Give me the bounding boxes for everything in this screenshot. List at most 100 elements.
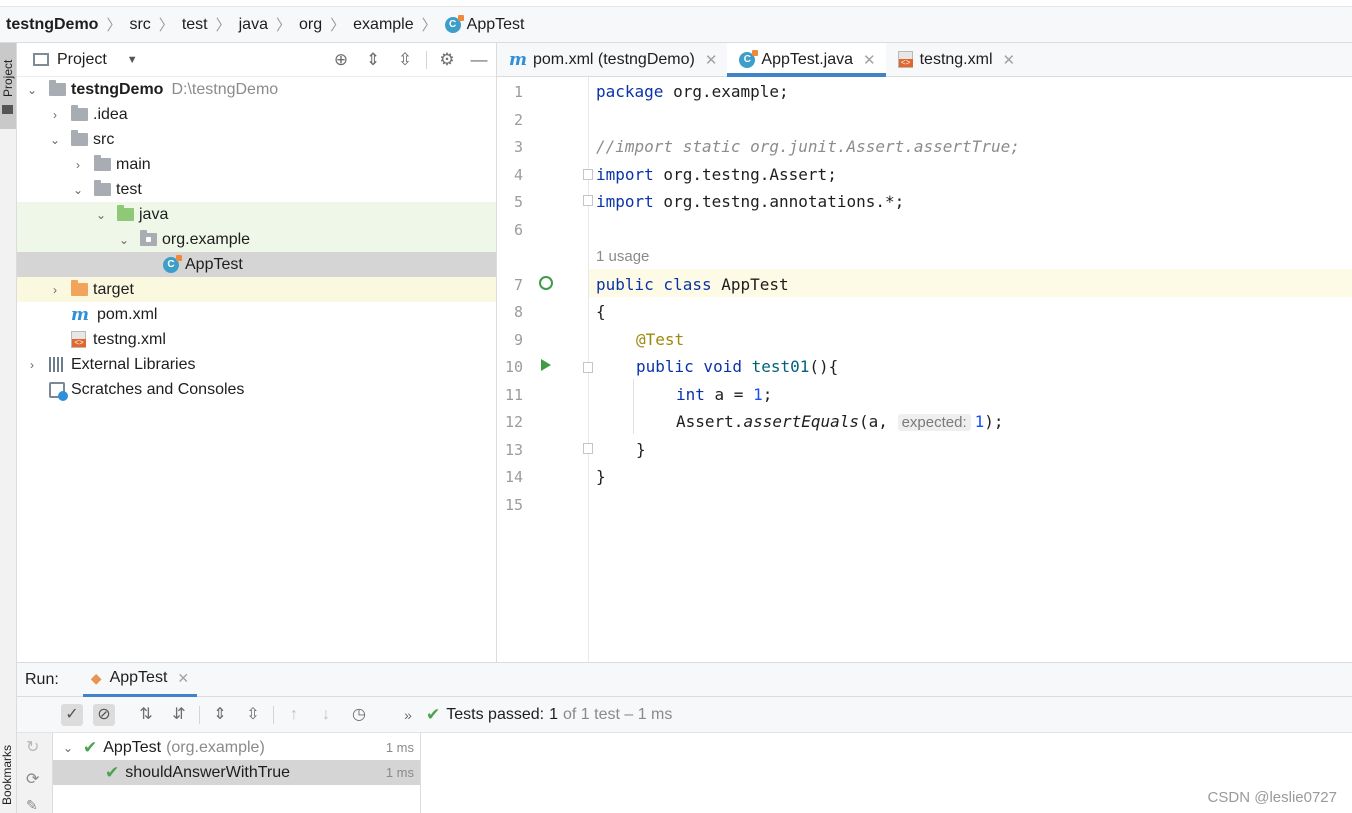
run-test-gutter-icon[interactable] [541, 359, 551, 371]
run-toolbar: ✓ ⊘ ⇅ ⇵ ⇕ ⇳ ↑ ↓ ◷ » ✔ Tests passed: 1 of… [17, 697, 1352, 733]
editor-gutter: 1 2 3 4 5 6 7 8 9 10 11 12 13 14 15 [497, 77, 593, 662]
chevron-right-icon: 〉 [215, 17, 231, 34]
tree-item-apptest[interactable]: C AppTest [17, 252, 496, 277]
minimize-icon[interactable]: — [469, 50, 489, 70]
test-source-folder-icon [117, 205, 134, 221]
wrench-icon[interactable]: ✎ [26, 797, 38, 813]
chevron-down-icon[interactable]: ⌄ [25, 83, 39, 97]
code-editor[interactable]: package org.example; //import static org… [589, 77, 1352, 662]
sort-duration-icon[interactable]: ⇵ [168, 704, 190, 726]
bookmarks-tool-tab[interactable]: Bookmarks [0, 733, 16, 813]
test-results-tree: ⌄ ✔ AppTest (org.example) 1 ms ✔ shouldA… [53, 733, 421, 813]
run-tab-apptest[interactable]: ◆ AppTest ✕ [82, 663, 198, 697]
sort-alpha-icon[interactable]: ⇅ [135, 704, 157, 726]
breadcrumb-item-java[interactable]: java [239, 16, 268, 34]
breadcrumb-item-org[interactable]: org [299, 16, 322, 34]
tree-item-testng-xml[interactable]: testng.xml [17, 327, 496, 352]
tree-item-org-example[interactable]: ⌄ org.example [17, 227, 496, 252]
next-failed-icon[interactable]: ↓ [315, 704, 337, 726]
breadcrumb-item-project[interactable]: testngDemo [6, 16, 98, 34]
code-line-7: public class AppTest [596, 275, 789, 294]
tree-item-main[interactable]: › main [17, 152, 496, 177]
line-number: 7 [513, 276, 523, 294]
bookmarks-tool-tab-label: Bookmarks [0, 744, 14, 805]
close-icon[interactable]: ✕ [705, 51, 718, 69]
breadcrumb-item-example[interactable]: example [353, 16, 413, 34]
tab-apptest-java[interactable]: C AppTest.java ✕ [727, 43, 886, 77]
tree-item-pom[interactable]: m pom.xml [17, 302, 496, 327]
tree-item-src[interactable]: ⌄ src [17, 127, 496, 152]
chevron-down-icon[interactable]: ⌄ [48, 133, 62, 147]
breadcrumb-item-apptest[interactable]: C AppTest [444, 14, 524, 34]
check-icon: ✔ [426, 705, 441, 724]
expand-all-icon[interactable]: ⇕ [363, 50, 383, 70]
chevron-down-icon[interactable]: ⌄ [71, 183, 85, 197]
tree-item-label: main [116, 155, 151, 173]
project-tool-tab[interactable]: Project [0, 43, 16, 129]
tree-item-root[interactable]: ⌄ testngDemo D:\testngDemo [17, 77, 496, 102]
tree-item-external-libraries[interactable]: › External Libraries [17, 352, 496, 377]
status-suffix: of 1 test – 1 ms [562, 706, 673, 723]
usage-hint[interactable]: 1 usage [596, 248, 649, 265]
breadcrumb-item-src[interactable]: src [129, 16, 150, 34]
tree-item-test[interactable]: ⌄ test [17, 177, 496, 202]
more-icon[interactable]: » [397, 704, 419, 726]
divider [273, 706, 274, 724]
chevron-right-icon[interactable]: › [71, 158, 85, 172]
editor-tab-bar: m pom.xml (testngDemo) ✕ C AppTest.java … [497, 43, 1352, 77]
show-passed-icon[interactable]: ✓ [61, 704, 83, 726]
tree-item-idea[interactable]: › .idea [17, 102, 496, 127]
check-icon: ✔ [105, 762, 120, 782]
tree-item-scratches[interactable]: Scratches and Consoles [17, 377, 496, 402]
chevron-right-icon: 〉 [330, 17, 346, 34]
library-icon [49, 357, 65, 372]
show-ignored-icon[interactable]: ⊘ [93, 704, 115, 726]
toggle-auto-test-icon[interactable]: ⟳ [26, 769, 39, 789]
test-name: shouldAnswerWithTrue [125, 763, 291, 781]
line-number: 14 [504, 468, 523, 486]
test-status: ✔ Tests passed: 1 of 1 test – 1 ms [426, 705, 672, 725]
rerun-failed-icon[interactable]: ↻ [26, 737, 39, 757]
run-panel: Run: ◆ AppTest ✕ ↻ ⟳ ✎ ✓ ⊘ ⇅ ⇵ ⇕ ⇳ ↑ ↓ ◷… [17, 662, 1352, 813]
module-folder-icon [49, 80, 66, 96]
tab-testng-xml[interactable]: testng.xml ✕ [886, 43, 1026, 76]
chevron-down-icon[interactable]: ▼ [127, 54, 138, 66]
folder-icon [94, 155, 111, 171]
previous-failed-icon[interactable]: ↑ [283, 704, 305, 726]
tree-item-label: src [93, 130, 115, 148]
collapse-all-icon[interactable]: ⇳ [242, 704, 264, 726]
divider [426, 51, 427, 69]
tree-item-label: External Libraries [71, 355, 196, 373]
close-icon[interactable]: ✕ [863, 51, 876, 69]
breadcrumb: testngDemo 〉 src 〉 test 〉 java 〉 org 〉 e… [0, 6, 1352, 43]
test-node-apptest[interactable]: ⌄ ✔ AppTest (org.example) 1 ms [53, 735, 420, 760]
code-line-13: } [636, 440, 646, 459]
chevron-down-icon[interactable]: ⌄ [94, 208, 108, 222]
history-icon[interactable]: ◷ [348, 704, 370, 726]
chevron-down-icon[interactable]: ⌄ [117, 233, 131, 247]
tree-item-label: test [116, 180, 142, 198]
expand-all-icon[interactable]: ⇕ [209, 704, 231, 726]
breadcrumb-item-test[interactable]: test [182, 16, 208, 34]
collapse-all-icon[interactable]: ⇳ [395, 50, 415, 70]
test-node-should-answer-with-true[interactable]: ✔ shouldAnswerWithTrue 1 ms [53, 760, 420, 785]
chevron-down-icon[interactable]: ⌄ [61, 741, 75, 755]
gear-icon[interactable]: ⚙ [437, 50, 457, 70]
tab-pom-xml[interactable]: m pom.xml (testngDemo) ✕ [497, 43, 727, 76]
test-name: AppTest [103, 738, 162, 756]
run-class-gutter-icon[interactable] [539, 276, 553, 290]
project-panel-title[interactable]: Project [57, 51, 107, 69]
chevron-right-icon[interactable]: › [48, 283, 62, 297]
close-icon[interactable]: ✕ [177, 670, 189, 687]
tree-item-java[interactable]: ⌄ java [17, 202, 496, 227]
project-view-icon [33, 53, 49, 66]
chevron-right-icon[interactable]: › [48, 108, 62, 122]
tree-item-target[interactable]: › target [17, 277, 496, 302]
code-line-4: import org.testng.Assert; [596, 165, 837, 184]
tab-label: AppTest [109, 669, 168, 686]
chevron-right-icon: 〉 [158, 17, 174, 34]
close-icon[interactable]: ✕ [1003, 51, 1016, 69]
project-panel: Project ▼ ⊕ ⇕ ⇳ ⚙ — ⌄ testngDemo D:\test… [17, 43, 497, 662]
locate-icon[interactable]: ⊕ [331, 50, 351, 70]
chevron-right-icon[interactable]: › [25, 358, 39, 372]
